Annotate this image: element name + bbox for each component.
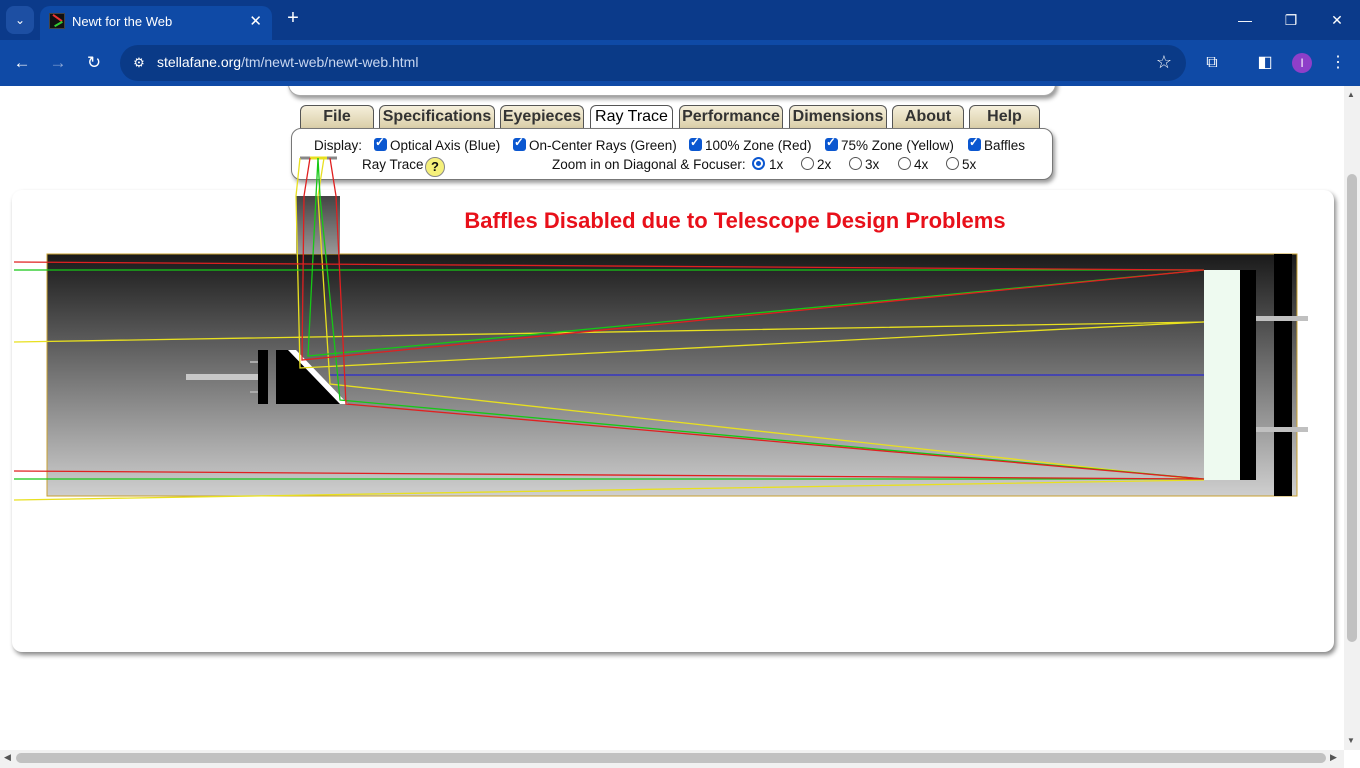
url-host: stellafane.org: [157, 54, 242, 70]
scroll-left-icon[interactable]: ◀: [4, 752, 11, 763]
reload-icon[interactable]: ↻: [81, 50, 107, 76]
primary-mirror: [1204, 270, 1240, 480]
url-text: stellafane.org/tm/newt-web/newt-web.html: [157, 54, 418, 70]
scroll-right-icon[interactable]: ▶: [1330, 752, 1337, 763]
profile-avatar[interactable]: I: [1292, 53, 1312, 73]
restore-icon[interactable]: ❐: [1276, 8, 1306, 32]
tab-file[interactable]: File: [300, 105, 374, 129]
close-window-icon[interactable]: ✕: [1322, 8, 1352, 32]
rear-plate: [1274, 254, 1292, 496]
menu-kebab-icon[interactable]: ⋮: [1327, 52, 1349, 74]
bookmark-star-icon[interactable]: ☆: [1156, 52, 1172, 73]
vertical-scrollbar[interactable]: ▲ ▼: [1344, 86, 1360, 750]
tab-dimensions[interactable]: Dimensions: [789, 105, 887, 129]
tab-eyepieces[interactable]: Eyepieces: [500, 105, 584, 129]
tab-search-button[interactable]: ⌄: [6, 6, 34, 34]
tab-about[interactable]: About: [892, 105, 964, 129]
back-icon[interactable]: ←: [9, 50, 35, 76]
tab-performance[interactable]: Performance: [679, 105, 783, 129]
horizontal-scrollbar[interactable]: ◀ ▶: [0, 750, 1344, 768]
tab-help[interactable]: Help: [969, 105, 1040, 129]
ray-trace-diagram: Baffles Disabled due to Telescope Design…: [13, 156, 1308, 501]
url-path: /tm/newt-web/newt-web.html: [241, 54, 419, 70]
extensions-icon[interactable]: ⧉: [1201, 52, 1223, 74]
horizontal-scroll-thumb[interactable]: [16, 753, 1326, 763]
minimize-icon[interactable]: —: [1230, 8, 1260, 32]
tab-ray-trace[interactable]: Ray Trace: [590, 105, 673, 129]
browser-toolbar: ← → ↻ ⚙ stellafane.org/tm/newt-web/newt-…: [0, 40, 1360, 86]
vertical-scroll-thumb[interactable]: [1347, 174, 1357, 642]
forward-icon[interactable]: →: [45, 50, 71, 76]
scroll-down-icon[interactable]: ▼: [1347, 736, 1355, 745]
page-content: File Specifications Eyepieces Ray Trace …: [0, 86, 1344, 750]
spider-vane-rod: [186, 374, 258, 380]
new-tab-icon[interactable]: +: [283, 8, 303, 28]
browser-tab[interactable]: Newt for the Web ✕: [40, 6, 272, 40]
close-tab-icon[interactable]: ✕: [249, 12, 262, 30]
chevron-down-icon: ⌄: [14, 13, 26, 27]
tab-title: Newt for the Web: [72, 14, 173, 29]
address-bar[interactable]: ⚙ stellafane.org/tm/newt-web/newt-web.ht…: [120, 45, 1186, 81]
browser-titlebar: ⌄ Newt for the Web ✕ + — ❐ ✕: [0, 0, 1360, 40]
site-settings-icon[interactable]: ⚙: [130, 54, 148, 72]
site-favicon-icon: [49, 13, 65, 29]
secondary-holder-plate: [258, 350, 268, 404]
mirror-cell: [1240, 270, 1256, 480]
scroll-up-icon[interactable]: ▲: [1347, 90, 1355, 99]
side-panel-icon[interactable]: ◧: [1254, 52, 1276, 74]
baffles-warning-text: Baffles Disabled due to Telescope Design…: [464, 208, 1005, 233]
tab-specifications[interactable]: Specifications: [379, 105, 495, 129]
specs-panel-edge: [288, 86, 1056, 96]
